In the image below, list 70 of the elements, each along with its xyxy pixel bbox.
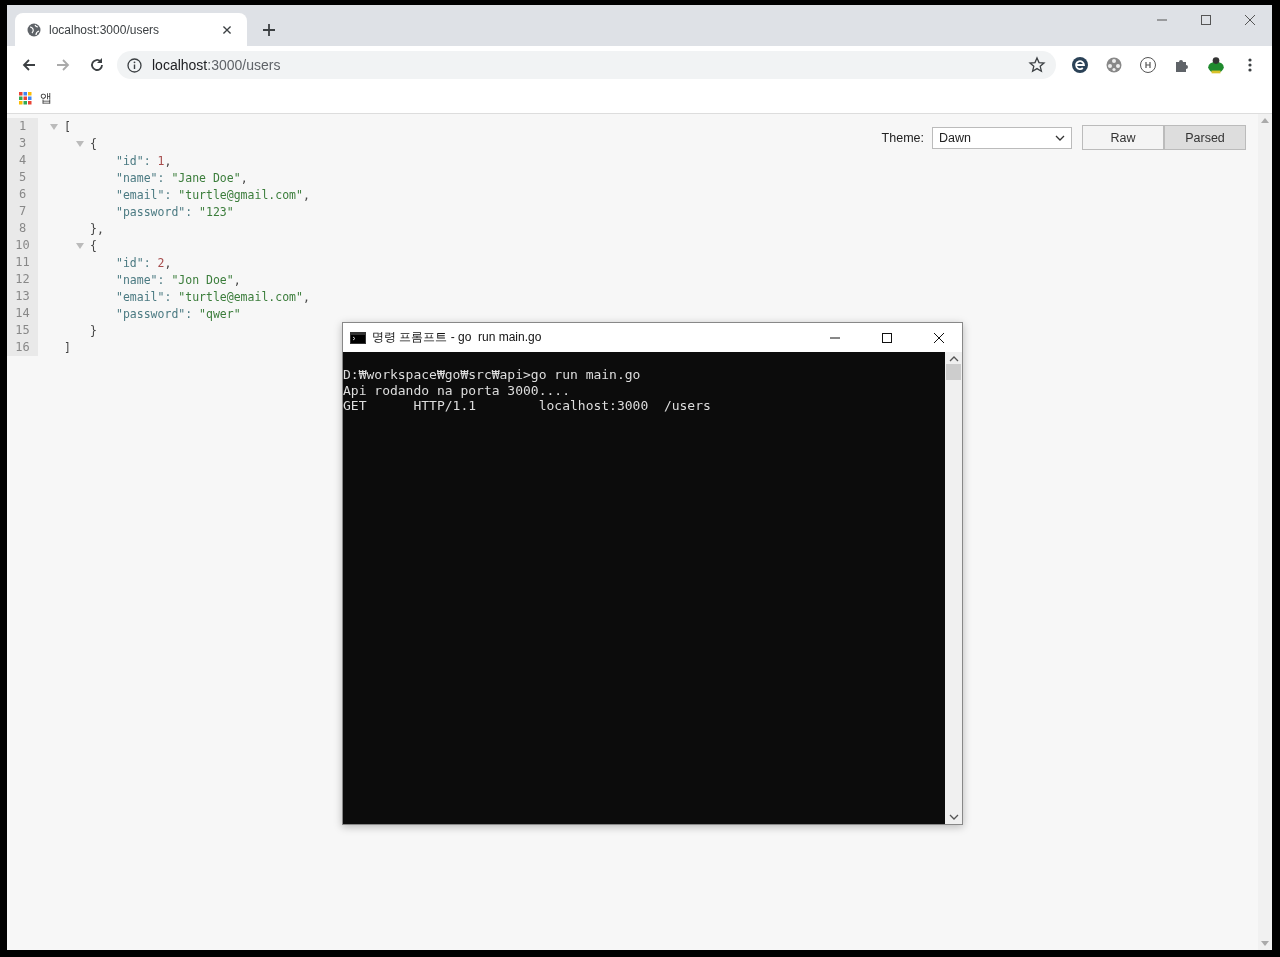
line-number: 12 [7, 271, 38, 288]
json-value: "Jane Doe" [171, 170, 241, 185]
info-icon [127, 57, 142, 73]
comma: , [240, 170, 248, 185]
line-number: 1 [7, 118, 38, 135]
line-number: 11 [7, 254, 38, 271]
line-number: 7 [7, 203, 38, 220]
line-number: 13 [7, 288, 38, 305]
line-number: 6 [7, 186, 38, 203]
line-number: 5 [7, 169, 38, 186]
film-reel-icon[interactable] [1105, 56, 1123, 74]
json-value: "qwer" [199, 306, 241, 321]
line-number: 10 [7, 237, 38, 254]
console-line: GET HTTP/1.1 localhost:3000 /users [343, 398, 711, 414]
scroll-thumb[interactable] [946, 364, 961, 380]
scroll-down-icon[interactable] [948, 814, 959, 821]
line-number: 8 [7, 220, 38, 237]
json-key: "id": [116, 153, 158, 168]
json-value: 1 [157, 153, 165, 168]
json-bracket: { [90, 238, 97, 253]
json-bracket: }, [90, 221, 104, 236]
view-mode-button[interactable]: Parsed [1164, 125, 1246, 150]
line-number: 15 [7, 322, 38, 339]
address-bar[interactable]: localhost:3000/users [117, 51, 1056, 79]
comma: , [164, 153, 172, 168]
json-value: "turtle@email.com" [178, 289, 303, 304]
json-value: 2 [157, 255, 165, 270]
plus-icon[interactable] [260, 21, 278, 39]
apps-grid-icon [19, 92, 32, 105]
chevron-down-icon [1055, 134, 1065, 141]
json-bracket: { [90, 136, 97, 151]
json-key: "password": [116, 306, 200, 321]
comma: , [302, 289, 310, 304]
comma: , [164, 255, 172, 270]
json-key: "name": [116, 272, 172, 287]
browser-tab[interactable]: localhost:3000/users [15, 13, 247, 46]
circle-h-icon[interactable] [1139, 56, 1157, 74]
apps-bookmark[interactable]: 앱 [19, 90, 52, 107]
json-key: "password": [116, 204, 200, 219]
json-key: "name": [116, 170, 172, 185]
json-key: "email": [116, 187, 179, 202]
star-icon[interactable] [1028, 56, 1046, 74]
json-bracket: ] [64, 340, 71, 355]
globe-icon [27, 22, 41, 37]
scroll-up-icon[interactable] [948, 355, 959, 362]
json-key: "email": [116, 289, 179, 304]
json-bracket: } [90, 323, 97, 338]
scrollbar[interactable] [945, 352, 962, 824]
json-key: "id": [116, 255, 158, 270]
theme-select[interactable]: Dawn [932, 126, 1072, 149]
turtle-icon[interactable] [1206, 55, 1226, 75]
theme-label: Theme: [881, 130, 924, 145]
line-number: 4 [7, 152, 38, 169]
comma: , [302, 187, 310, 202]
json-value: "123" [199, 204, 234, 219]
terminal-icon [350, 331, 366, 344]
console-line: Api rodando na porta 3000.... [343, 382, 570, 399]
line-number: 16 [7, 339, 38, 356]
json-value: "turtle@gmail.com" [178, 187, 303, 202]
json-value: "Jon Doe" [171, 272, 234, 287]
view-mode-button[interactable]: Raw [1082, 125, 1164, 150]
console-line: D:₩workspace₩go₩src₩api>go run main.go [343, 367, 641, 383]
url-text: localhost:3000/users [152, 57, 281, 73]
line-number: 3 [7, 135, 38, 152]
window-title: 명령 프롬프트 - go run main.go [372, 329, 543, 346]
reload-icon[interactable] [88, 56, 106, 74]
e-logo-icon[interactable] [1071, 56, 1089, 74]
comma: , [233, 272, 241, 287]
json-bracket: [ [64, 119, 71, 134]
line-number: 14 [7, 305, 38, 322]
